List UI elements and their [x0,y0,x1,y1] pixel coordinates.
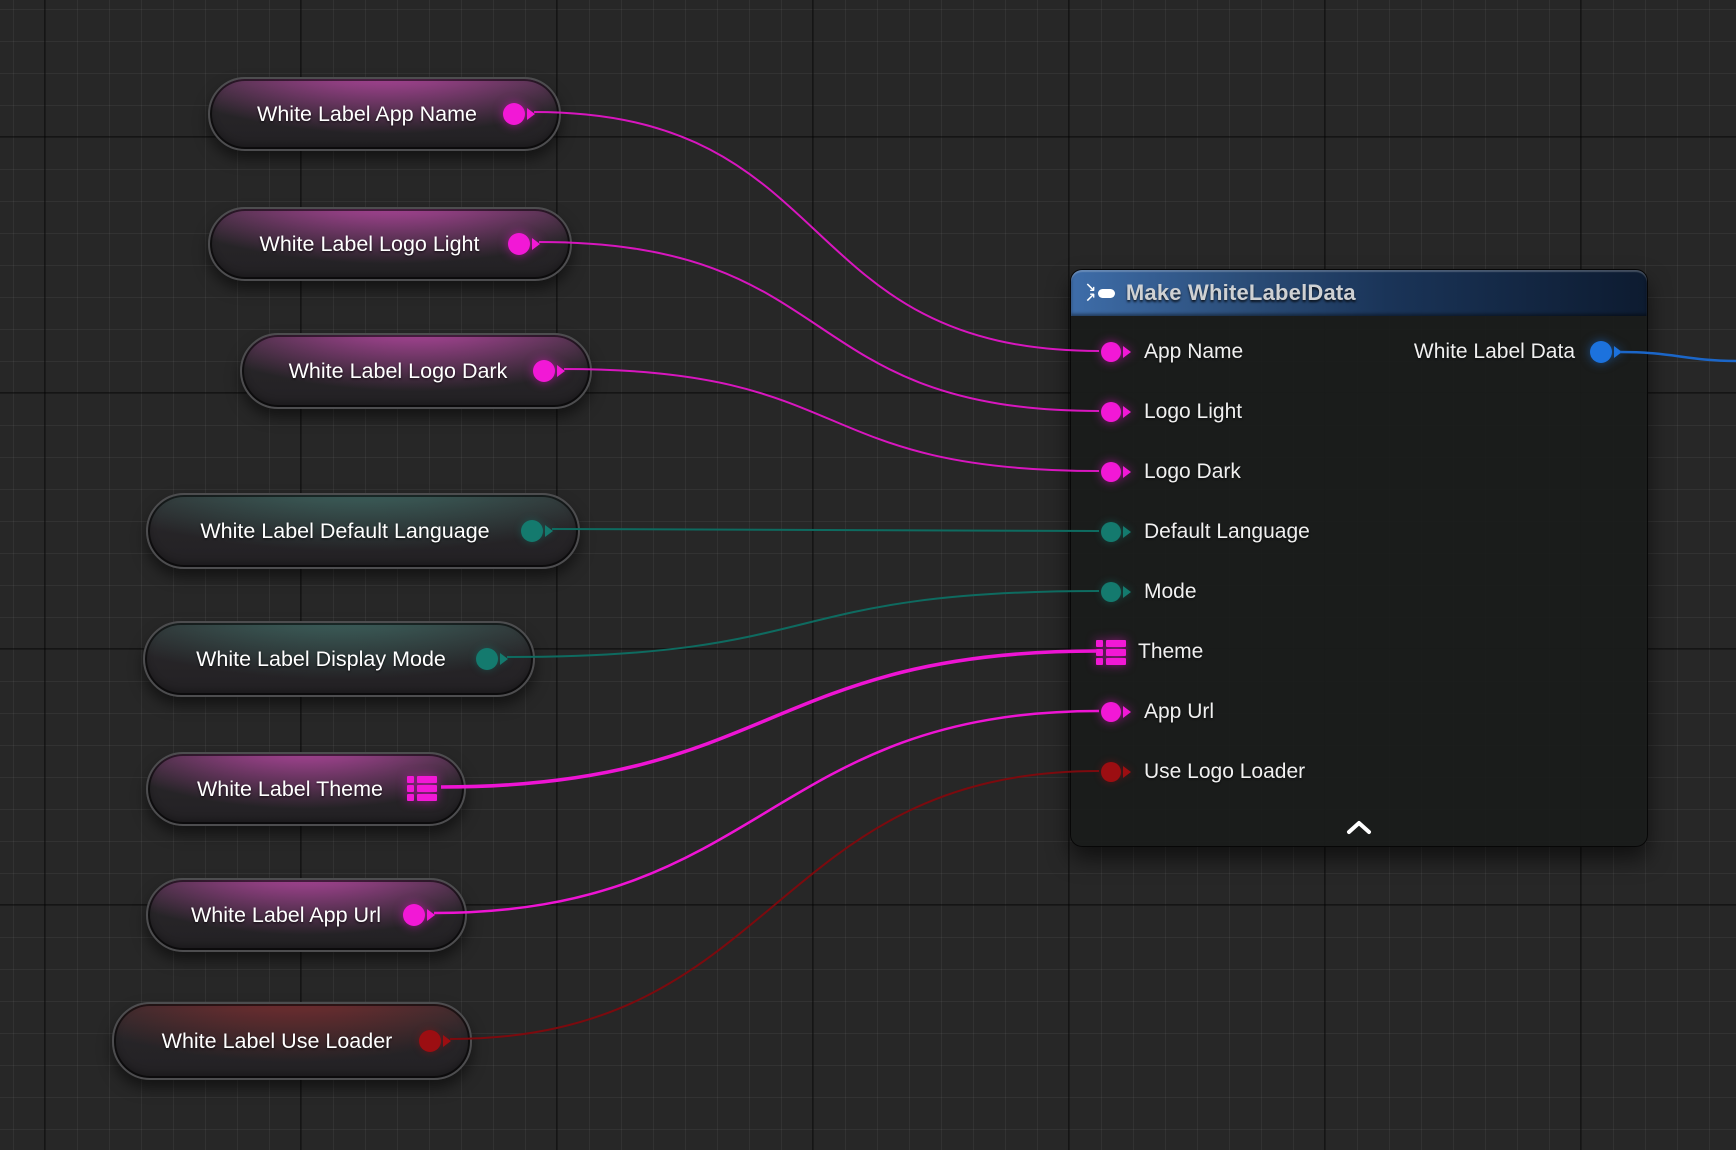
input-pin-icon[interactable] [1099,399,1132,425]
input-pin-icon[interactable] [1099,579,1132,605]
input-pin-label: Logo Light [1144,400,1242,424]
variable-output-pin-icon[interactable] [417,1027,452,1055]
input-pin-icon[interactable] [1099,699,1132,725]
variable-node-label: White Label App Name [236,79,498,149]
wire-7[interactable] [450,771,1099,1039]
variable-output-pin-icon[interactable] [531,357,566,385]
variable-output-pin-icon[interactable] [474,645,509,673]
input-pin-icon[interactable] [1099,339,1132,365]
variable-node-label: White Label Display Mode [171,623,471,695]
input-pin-row-logo-light: Logo Light [1071,382,1242,442]
input-pin-row-app-name: App Name [1071,322,1243,382]
output-pin-icon[interactable] [1588,338,1623,366]
variable-node-white-label-display-mode[interactable]: White Label Display Mode [143,621,535,697]
input-pin-icon[interactable] [1099,759,1132,785]
node-title: Make WhiteLabelData [1126,280,1356,306]
variable-node-label: White Label Use Loader [140,1004,414,1078]
variable-node-white-label-logo-dark[interactable]: White Label Logo Dark [240,333,592,409]
wire-1[interactable] [539,242,1099,411]
input-pin-icon[interactable] [1099,519,1132,545]
input-pin-row-theme: Theme [1071,622,1203,682]
variable-node-label: White Label Theme [174,754,406,824]
variable-output-pin-icon[interactable] [506,230,541,258]
make-whitelabeldata-node[interactable]: ↘↗ Make WhiteLabelData App Name Logo Lig… [1070,269,1648,847]
input-pin-row-default-language: Default Language [1071,502,1310,562]
input-pin-row-app-url: App Url [1071,682,1214,742]
input-pin-label: App Url [1144,700,1214,724]
input-pin-struct-icon[interactable] [1096,638,1126,667]
wire-0[interactable] [534,112,1099,351]
input-pin-label: App Name [1144,340,1243,364]
input-pin-row-mode: Mode [1071,562,1197,622]
input-pin-label: Logo Dark [1144,460,1241,484]
blueprint-graph-canvas[interactable]: White Label App Name White Label Logo Li… [0,0,1736,1150]
input-pin-row-use-logo-loader: Use Logo Loader [1071,742,1305,802]
variable-node-label: White Label App Url [174,880,398,950]
variable-output-pin-icon[interactable] [501,100,536,128]
variable-output-pin-icon[interactable] [519,517,554,545]
wire-4[interactable] [507,591,1099,657]
input-pin-icon[interactable] [1099,459,1132,485]
wire-2[interactable] [564,369,1099,471]
variable-node-white-label-default-language[interactable]: White Label Default Language [146,493,580,569]
wire-3[interactable] [552,529,1099,531]
variable-node-label: White Label Default Language [174,495,516,567]
wire-5[interactable] [441,651,1097,787]
variable-output-pin-struct-icon[interactable] [407,774,437,803]
chevron-up-icon [1344,820,1374,835]
variable-node-white-label-logo-light[interactable]: White Label Logo Light [208,207,572,281]
input-pin-label: Theme [1138,640,1203,664]
input-pin-label: Mode [1144,580,1197,604]
variable-node-white-label-theme[interactable]: White Label Theme [146,752,466,826]
node-header[interactable]: ↘↗ Make WhiteLabelData [1071,270,1647,316]
variable-node-white-label-app-url[interactable]: White Label App Url [146,878,467,952]
variable-node-label: White Label Logo Light [236,209,503,279]
output-pin-row-white-label-data: White Label Data [1414,322,1623,382]
input-pin-label: Use Logo Loader [1144,760,1305,784]
variable-node-label: White Label Logo Dark [268,335,528,407]
output-pin-label: White Label Data [1414,340,1575,364]
input-pin-row-logo-dark: Logo Dark [1071,442,1241,502]
collapse-node-button[interactable] [1334,818,1384,840]
make-struct-icon: ↘↗ [1085,283,1115,303]
wire-6[interactable] [434,711,1099,913]
variable-output-pin-icon[interactable] [401,901,436,929]
variable-node-white-label-use-loader[interactable]: White Label Use Loader [112,1002,472,1080]
input-pin-label: Default Language [1144,520,1310,544]
variable-node-white-label-app-name[interactable]: White Label App Name [208,77,561,151]
